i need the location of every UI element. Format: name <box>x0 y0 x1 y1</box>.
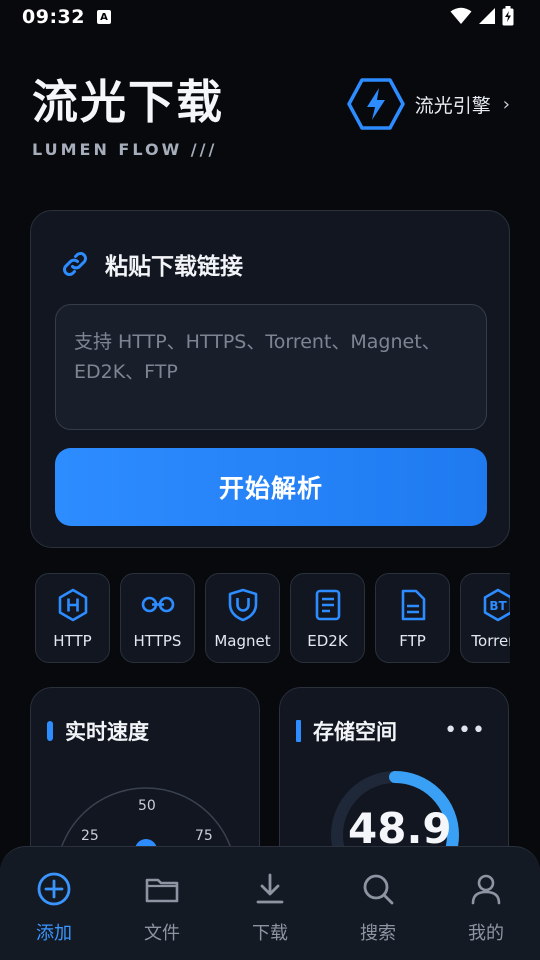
document-icon <box>315 589 340 621</box>
paste-card-header: 粘贴下载链接 <box>59 247 243 281</box>
svg-text:BT: BT <box>489 599 507 613</box>
engine-selector[interactable]: 流光引擎 › <box>347 76 510 132</box>
app-title: 流光下载 <box>32 75 224 129</box>
bottom-tab-bar: 添加 文件 下载 搜索 我的 <box>0 846 540 960</box>
search-icon <box>363 874 394 905</box>
protocol-label: ED2K <box>307 632 348 650</box>
protocol-ed2k[interactable]: ED2K <box>290 573 365 663</box>
protocol-label: HTTPS <box>133 632 182 650</box>
gauge-tick-label: 25 <box>81 828 99 844</box>
app-subtitle: LUMEN FLOW /// <box>32 140 218 159</box>
protocol-magnet[interactable]: Magnet <box>205 573 280 663</box>
protocol-list[interactable]: HTTP HTTPS Magnet ED2K FTP BT Torre <box>35 573 510 663</box>
tab-search[interactable]: 搜索 <box>324 847 432 960</box>
protocol-label: FTP <box>399 632 426 650</box>
folder-icon <box>145 878 179 903</box>
tab-profile[interactable]: 我的 <box>432 847 540 960</box>
signal-icon <box>479 8 495 24</box>
protocol-label: Torrent <box>471 632 510 650</box>
tab-label: 我的 <box>468 923 504 944</box>
status-bar: 09:32 A <box>0 0 540 34</box>
tab-downloads[interactable]: 下载 <box>216 847 324 960</box>
h-hexagon-icon <box>58 588 87 622</box>
bt-hexagon-icon: BT <box>483 588 510 622</box>
protocol-label: HTTP <box>53 632 92 650</box>
add-circle-icon <box>37 872 71 906</box>
user-icon <box>471 874 501 905</box>
protocol-http[interactable]: HTTP <box>35 573 110 663</box>
tab-label: 文件 <box>144 923 180 944</box>
magnet-shield-icon <box>228 588 257 622</box>
protocol-https[interactable]: HTTPS <box>120 573 195 663</box>
wifi-icon <box>450 7 472 24</box>
protocol-label: Magnet <box>214 632 271 650</box>
tab-add[interactable]: 添加 <box>0 847 108 960</box>
status-icons <box>450 6 514 26</box>
tab-label: 下载 <box>252 923 288 944</box>
battery-icon <box>502 6 514 26</box>
file-icon <box>401 589 425 621</box>
secure-link-icon <box>141 596 174 613</box>
protocol-torrent[interactable]: BT Torrent <box>460 573 510 663</box>
tab-label: 搜索 <box>360 923 396 944</box>
start-parse-button[interactable]: 开始解析 <box>55 448 487 526</box>
gauge-tick-label: 50 <box>138 798 156 814</box>
protocol-ftp[interactable]: FTP <box>375 573 450 663</box>
tab-label: 添加 <box>36 923 72 944</box>
chevron-right-icon: › <box>502 93 510 115</box>
lightning-hexagon-icon <box>347 78 405 130</box>
link-input[interactable] <box>55 304 487 430</box>
download-icon <box>256 873 284 904</box>
paste-card-title: 粘贴下载链接 <box>105 254 243 280</box>
gauge-tick-label: 75 <box>195 828 213 844</box>
paste-link-card: 粘贴下载链接 开始解析 <box>30 210 510 548</box>
status-time: 09:32 <box>22 6 85 28</box>
tab-files[interactable]: 文件 <box>108 847 216 960</box>
link-icon <box>63 252 87 276</box>
engine-label: 流光引擎 <box>414 94 491 117</box>
notification-badge-icon: A <box>96 10 111 24</box>
header: 流光下载 LUMEN FLOW /// <box>32 74 224 159</box>
